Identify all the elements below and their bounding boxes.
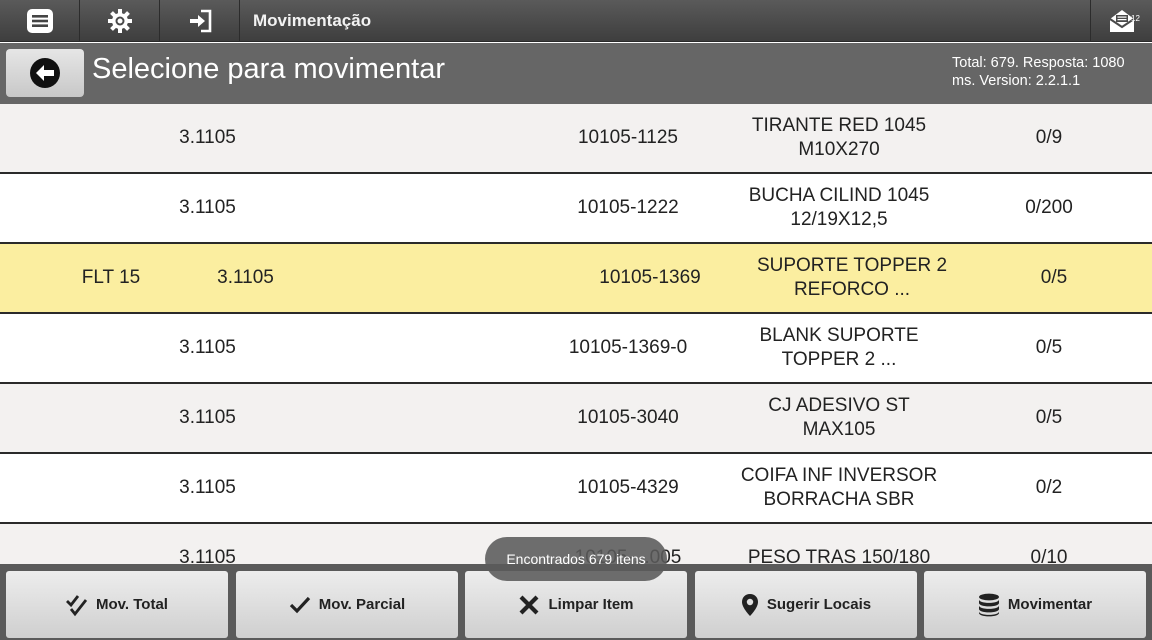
- row-code: 3.1105: [179, 197, 236, 218]
- check-icon: [289, 596, 310, 613]
- database-icon: [978, 593, 999, 616]
- row-desc: TIRANTE RED 1045 M10X270: [751, 115, 927, 160]
- row-desc: SUPORTE TOPPER 2 REFORCO ...: [756, 255, 948, 300]
- messages-button[interactable]: 12: [1090, 0, 1152, 42]
- x-icon: [519, 595, 539, 614]
- map-pin-icon: [741, 593, 758, 616]
- row-ref: 10105-1125: [577, 127, 679, 148]
- row-local: FLT 15: [81, 267, 141, 288]
- row-qty: 0/5: [1040, 267, 1068, 288]
- mov-total-label: Mov. Total: [96, 596, 168, 613]
- items-list[interactable]: 3.1105 10105-1125 TIRANTE RED 1045 M10X2…: [0, 104, 1152, 564]
- movimentar-button[interactable]: Movimentar: [924, 571, 1146, 638]
- list-row[interactable]: 3.1105 10105-4329 COIFA INF INVERSOR BOR…: [0, 454, 1152, 524]
- mail-count-badge: 12: [1131, 14, 1140, 23]
- row-qty: 0/200: [1025, 197, 1073, 218]
- row-qty: 0/2: [1035, 477, 1063, 498]
- list-row[interactable]: 3.1105 10105-3040 CJ ADESIVO ST MAX105 0…: [0, 384, 1152, 454]
- movimentar-label: Movimentar: [1007, 596, 1093, 613]
- app-title: Movimentação: [253, 11, 372, 30]
- row-ref: 10105-3040: [577, 407, 679, 428]
- top-bar: Movimentação 12: [0, 0, 1152, 42]
- row-ref: 10105-1369: [599, 267, 701, 288]
- double-check-icon: [66, 594, 88, 616]
- row-qty: 0/5: [1035, 337, 1063, 358]
- row-code: 3.1105: [179, 477, 236, 498]
- row-desc: PESO TRAS 150/180: [747, 547, 931, 564]
- gear-icon: [107, 9, 132, 33]
- limpar-item-button[interactable]: Limpar Item: [465, 571, 687, 638]
- back-button[interactable]: [6, 49, 84, 97]
- row-qty: 0/5: [1035, 407, 1063, 428]
- row-code: 3.1105: [217, 267, 274, 288]
- row-code: 3.1105: [179, 337, 236, 358]
- row-desc: BLANK SUPORTE TOPPER 2 ...: [759, 325, 919, 370]
- row-qty: 0/9: [1035, 127, 1063, 148]
- toast-message: Encontrados 679 itens: [485, 537, 667, 581]
- sign-in-icon: [189, 9, 211, 33]
- row-desc: COIFA INF INVERSOR BORRACHA SBR: [740, 465, 938, 510]
- settings-button[interactable]: [80, 0, 160, 42]
- list-row[interactable]: 3.1105 10105-1369-0 BLANK SUPORTE TOPPER…: [0, 314, 1152, 384]
- row-desc: CJ ADESIVO ST MAX105: [768, 395, 910, 440]
- row-ref: 10105-1369-0: [568, 337, 688, 358]
- sugerir-locais-label: Sugerir Locais: [766, 596, 872, 613]
- row-ref: 10105-4329: [577, 477, 679, 498]
- mov-total-button[interactable]: Mov. Total: [6, 571, 228, 638]
- page-title: Selecione para movimentar: [92, 53, 446, 85]
- stats-info: Total: 679. Resposta: 1080 ms. Version: …: [952, 55, 1125, 89]
- list-row-selected[interactable]: FLT 15 3.1105 10105-1369 SUPORTE TOPPER …: [0, 244, 1152, 314]
- row-qty: 0/10: [1030, 547, 1068, 564]
- row-code: 3.1105: [179, 547, 236, 564]
- menu-list-icon: [26, 9, 53, 33]
- menu-button[interactable]: [0, 0, 80, 42]
- list-row[interactable]: 3.1105 10105-1222 BUCHA CILIND 1045 12/1…: [0, 174, 1152, 244]
- arrow-left-circle-icon: [30, 58, 60, 88]
- row-code: 3.1105: [179, 127, 236, 148]
- mov-parcial-label: Mov. Parcial: [318, 596, 406, 613]
- row-ref: 10105-1222: [577, 197, 679, 218]
- row-desc: BUCHA CILIND 1045 12/19X12,5: [748, 185, 930, 230]
- row-code: 3.1105: [179, 407, 236, 428]
- page-header: Selecione para movimentar Total: 679. Re…: [0, 43, 1152, 104]
- list-row[interactable]: 3.1105 10105-1125 TIRANTE RED 1045 M10X2…: [0, 104, 1152, 174]
- login-button[interactable]: [160, 0, 240, 42]
- limpar-item-label: Limpar Item: [548, 596, 634, 613]
- sugerir-locais-button[interactable]: Sugerir Locais: [695, 571, 917, 638]
- mov-parcial-button[interactable]: Mov. Parcial: [236, 571, 458, 638]
